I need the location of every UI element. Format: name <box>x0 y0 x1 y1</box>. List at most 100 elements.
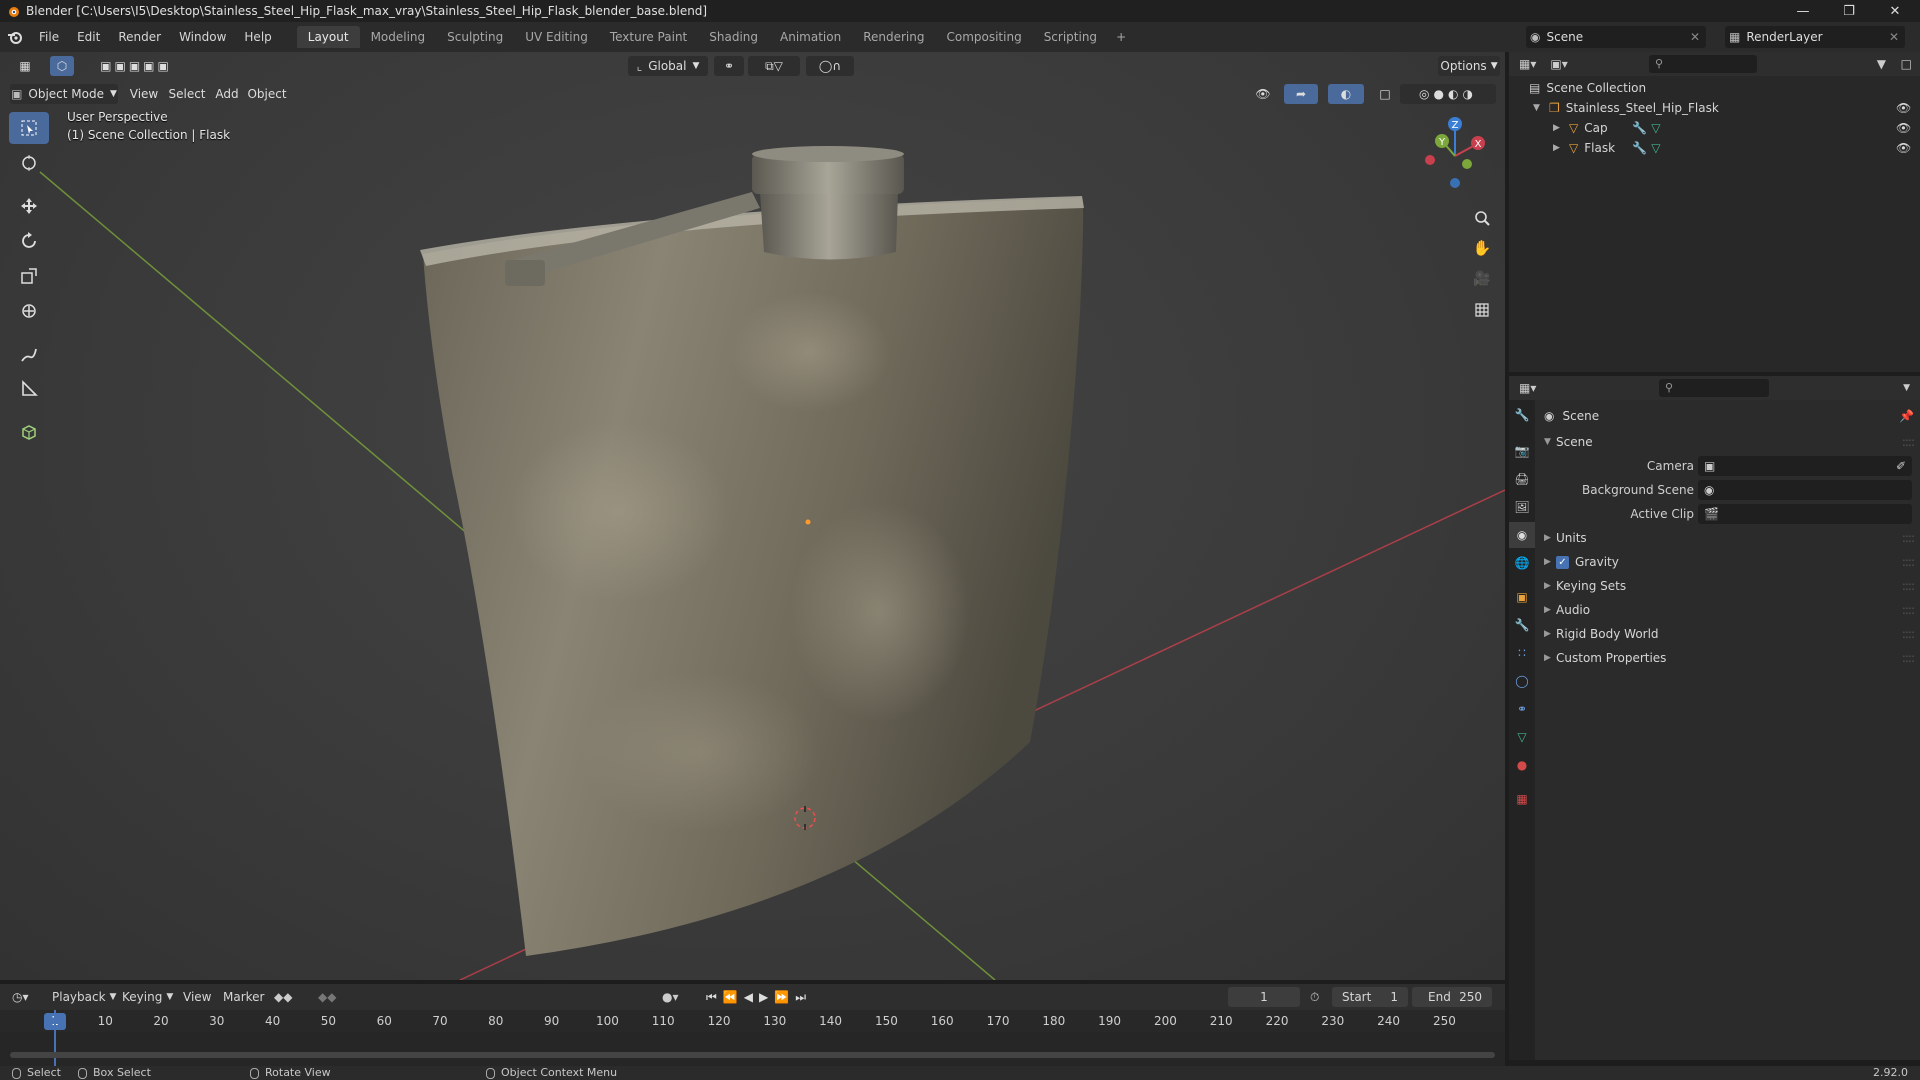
close-icon[interactable]: ✕ <box>1889 30 1899 44</box>
material-tab-icon[interactable]: ● <box>1509 752 1535 778</box>
background-scene-field[interactable]: ◉ <box>1698 480 1912 500</box>
eye-icon[interactable]: 👁 <box>1896 141 1911 155</box>
add-cube-icon[interactable] <box>9 416 49 448</box>
menu-window[interactable]: Window <box>170 26 235 48</box>
scale-icon[interactable] <box>9 260 49 292</box>
tab-texture-paint[interactable]: Texture Paint <box>599 26 698 48</box>
output-tab-icon[interactable]: 🖨 <box>1509 466 1535 492</box>
outliner-search-input[interactable]: ⚲ <box>1649 55 1757 73</box>
select-box-icon[interactable] <box>9 112 49 144</box>
menu-select[interactable]: Select <box>167 84 207 104</box>
zoom-icon[interactable] <box>1469 205 1495 231</box>
editor-type-icon[interactable]: ▦ <box>12 56 38 76</box>
options-button[interactable]: Options ▼ <box>1438 56 1500 76</box>
camera-view-icon[interactable]: 🎥 <box>1469 266 1495 292</box>
expand-icon[interactable]: ▶ <box>1553 143 1569 153</box>
editor-type-icon[interactable]: ▦▾ <box>1519 381 1536 395</box>
display-mode-icon[interactable]: ▣▾ <box>1550 57 1567 71</box>
menu-edit[interactable]: Edit <box>68 26 109 48</box>
panel-audio[interactable]: ▶ Audio :::: <box>1536 598 1920 622</box>
tab-compositing[interactable]: Compositing <box>935 26 1032 48</box>
ortho-grid-icon[interactable] <box>1469 297 1495 323</box>
current-frame-field[interactable]: 1 <box>1228 987 1300 1007</box>
tab-layout[interactable]: Layout <box>296 26 360 48</box>
end-frame-field[interactable]: End 250 <box>1412 987 1492 1007</box>
tree-item-flask[interactable]: ▶ ▽ Flask 🔧 ▽ 👁 <box>1509 138 1920 158</box>
tree-item-scene-collection[interactable]: ▤ Scene Collection <box>1509 78 1920 98</box>
editor-type-icon[interactable]: ▦▾ <box>1519 57 1536 71</box>
properties-search-input[interactable]: ⚲ <box>1659 379 1769 397</box>
panel-custom-properties[interactable]: ▶ Custom Properties :::: <box>1536 646 1920 670</box>
keyframe-icon[interactable]: ◆◆ <box>274 987 292 1007</box>
select-modes-icon[interactable]: ▣▣▣▣▣ <box>88 56 184 76</box>
tab-modeling[interactable]: Modeling <box>360 26 437 48</box>
timeline-scrollbar[interactable] <box>10 1052 1495 1058</box>
timeline-track[interactable] <box>0 1010 1505 1066</box>
close-icon[interactable]: ✕ <box>1690 30 1700 44</box>
panel-scene[interactable]: ▼ Scene :::: <box>1536 430 1920 454</box>
eyedropper-icon[interactable]: ✐ <box>1896 459 1906 473</box>
gizmo-toggle-icon[interactable]: ➦ <box>1284 84 1318 104</box>
menu-help[interactable]: Help <box>235 26 280 48</box>
gravity-checkbox[interactable]: ✓ <box>1556 555 1569 569</box>
tab-scripting[interactable]: Scripting <box>1033 26 1108 48</box>
expand-icon[interactable]: ▼ <box>1533 103 1549 113</box>
select-mode-icon[interactable]: ⬡ <box>50 56 74 76</box>
panel-gravity[interactable]: ▶ ✓ Gravity :::: <box>1536 550 1920 574</box>
close-icon[interactable]: ✕ <box>1872 0 1918 22</box>
add-workspace-button[interactable]: + <box>1108 26 1134 48</box>
playback-controls[interactable]: ⏮ ⏪ ◀ ▶ ⏩ ⏭ <box>706 987 812 1007</box>
object-tab-icon[interactable]: ▣ <box>1509 584 1535 610</box>
maximize-icon[interactable]: ❐ <box>1826 0 1872 22</box>
menu-keying[interactable]: Keying ▼ <box>122 987 173 1007</box>
panel-rigid-body-world[interactable]: ▶ Rigid Body World :::: <box>1536 622 1920 646</box>
menu-marker[interactable]: Marker <box>223 987 264 1007</box>
tab-sculpting[interactable]: Sculpting <box>436 26 514 48</box>
scene-tab-icon[interactable]: ◉ <box>1509 522 1535 548</box>
record-icon[interactable]: ●▾ <box>662 987 679 1007</box>
tool-tab-icon[interactable]: 🔧 <box>1509 402 1535 428</box>
tab-animation[interactable]: Animation <box>769 26 852 48</box>
mode-dropdown[interactable]: ▣ Object Mode ▼ <box>10 84 118 104</box>
menu-add[interactable]: Add <box>212 84 242 104</box>
menu-file[interactable]: File <box>30 26 68 48</box>
overlays-toggle-icon[interactable]: ◐ <box>1328 84 1364 104</box>
tree-item-flask-collection[interactable]: ▼ ❐ Stainless_Steel_Hip_Flask 👁 <box>1509 98 1920 118</box>
eye-icon[interactable]: 👁 <box>1896 121 1911 135</box>
keyframe-tools-icon[interactable]: ◆◆ <box>318 987 336 1007</box>
active-clip-field[interactable]: 🎬 <box>1698 504 1912 524</box>
menu-view[interactable]: View <box>183 987 211 1007</box>
view-layer-selector[interactable]: ▦ RenderLayer ✕ <box>1725 26 1905 48</box>
cursor-icon[interactable] <box>9 147 49 179</box>
expand-icon[interactable]: ▶ <box>1553 123 1569 133</box>
stopwatch-icon[interactable]: ⏱ <box>1310 987 1319 1007</box>
tab-rendering[interactable]: Rendering <box>852 26 935 48</box>
editor-type-icon[interactable]: ◷▾ <box>12 987 29 1007</box>
modifier-tab-icon[interactable]: 🔧 <box>1509 612 1535 638</box>
measure-icon[interactable] <box>9 373 49 405</box>
visibility-icon[interactable]: 👁 <box>1248 84 1278 104</box>
tab-uv-editing[interactable]: UV Editing <box>514 26 599 48</box>
move-icon[interactable] <box>9 190 49 222</box>
new-collection-icon[interactable]: □ <box>1901 57 1912 71</box>
pin-icon[interactable]: 📌 <box>1899 409 1914 423</box>
menu-object[interactable]: Object <box>247 84 287 104</box>
menu-view[interactable]: View <box>128 84 160 104</box>
view-layer-tab-icon[interactable]: 🖼 <box>1509 494 1535 520</box>
texture-tab-icon[interactable]: ▦ <box>1509 786 1535 812</box>
transform-orientation-dropdown[interactable]: ⌞ Global ▼ <box>628 56 708 76</box>
world-tab-icon[interactable]: 🌐 <box>1509 550 1535 576</box>
3d-viewport[interactable]: ▦ ⬡ ▣▣▣▣▣ ⌞ Global ▼ ⚭ ⧉▽ ◯∩ Options ▼ ▣… <box>0 52 1505 980</box>
particles-tab-icon[interactable]: ∷ <box>1509 640 1535 666</box>
start-frame-field[interactable]: Start 1 <box>1332 987 1408 1007</box>
physics-tab-icon[interactable]: ◯ <box>1509 668 1535 694</box>
shading-modes-icon[interactable]: ◎●◐◑ <box>1400 84 1496 104</box>
eye-icon[interactable]: 👁 <box>1896 101 1911 115</box>
rotate-icon[interactable] <box>9 225 49 257</box>
proportional-editing-icon[interactable]: ◯∩ <box>806 56 854 76</box>
annotate-icon[interactable] <box>9 338 49 370</box>
snap-icon[interactable]: ⧉▽ <box>748 56 800 76</box>
minimize-icon[interactable]: — <box>1780 0 1826 22</box>
data-tab-icon[interactable]: ▽ <box>1509 724 1535 750</box>
panel-units[interactable]: ▶ Units :::: <box>1536 526 1920 550</box>
